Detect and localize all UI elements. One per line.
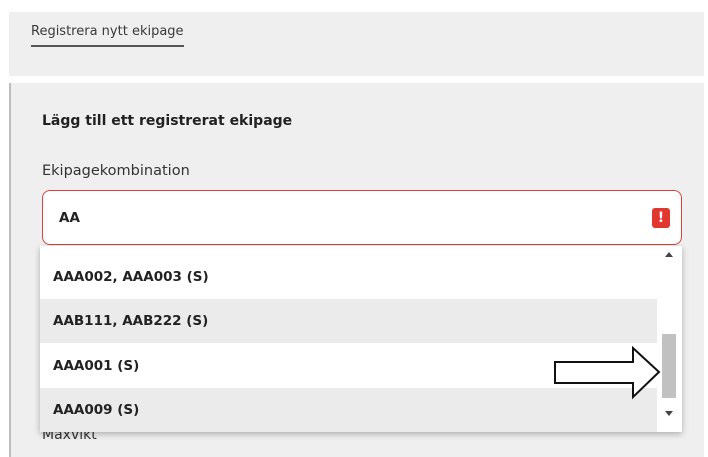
combination-label: Ekipagekombination — [42, 163, 190, 179]
scroll-down-icon[interactable] — [665, 411, 673, 416]
section-title: Lägg till ett registrerat ekipage — [42, 113, 293, 129]
tab-register-new-ekipage[interactable]: Registrera nytt ekipage — [31, 24, 184, 47]
combination-dropdown: AAA002, AAA003 (S) AAB111, AAB222 (S) AA… — [40, 246, 682, 432]
combination-input[interactable] — [42, 190, 682, 245]
exclamation-icon: ! — [652, 208, 670, 228]
arrow-right-outline-icon — [554, 345, 661, 400]
dropdown-option[interactable]: AAA002, AAA003 (S) — [40, 255, 657, 299]
scrollbar-thumb[interactable] — [662, 334, 676, 398]
dropdown-scrollbar[interactable] — [657, 246, 682, 432]
scroll-up-icon[interactable] — [665, 252, 673, 257]
dropdown-option[interactable]: AAB111, AAB222 (S) — [40, 299, 657, 343]
